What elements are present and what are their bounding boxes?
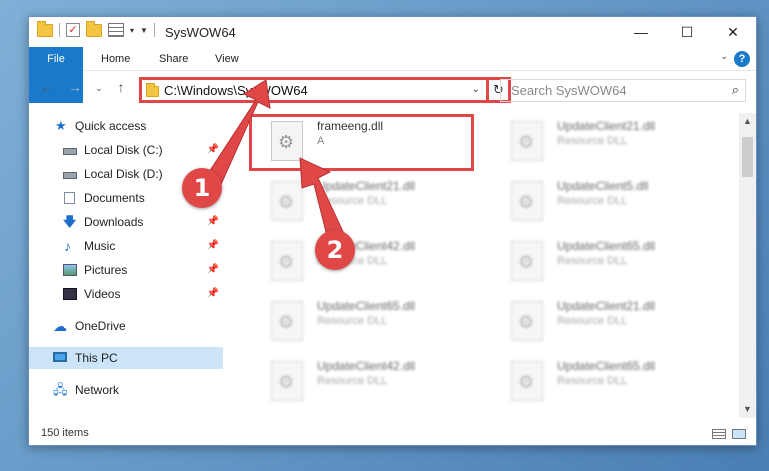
step-2-badge: 2 (315, 230, 355, 270)
step-1-badge: 1 (182, 168, 222, 208)
annotation-arrows (195, 79, 347, 249)
